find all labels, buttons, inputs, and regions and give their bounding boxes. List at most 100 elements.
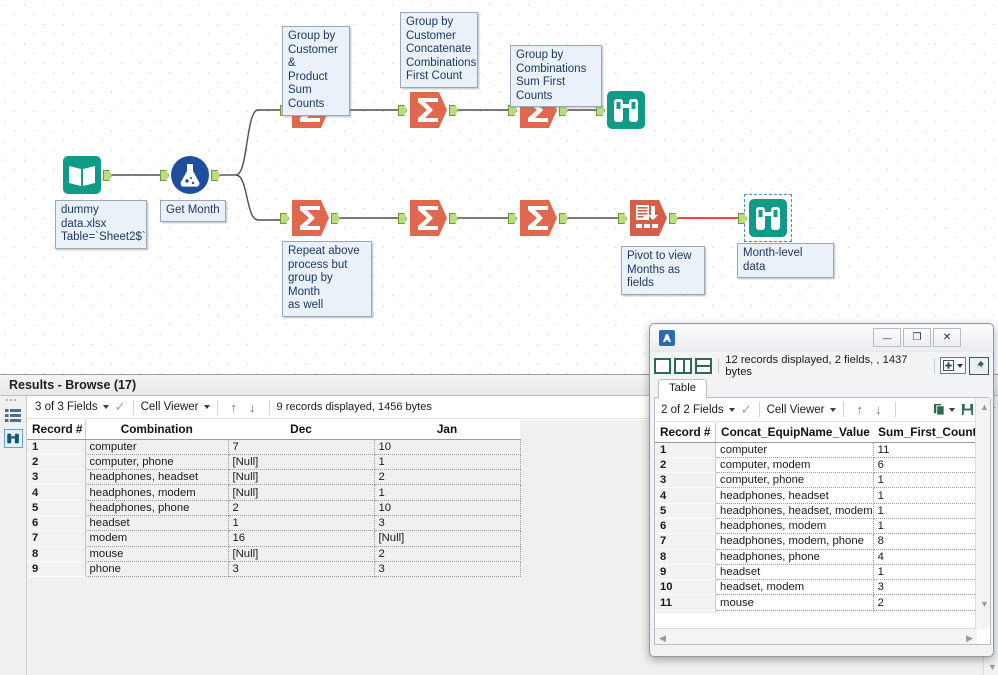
comment-month-level[interactable]: Month-level data bbox=[737, 243, 834, 279]
table-cell[interactable]: 2 bbox=[873, 594, 977, 611]
table-cell[interactable]: headset, modem bbox=[715, 579, 874, 596]
record-number-cell[interactable]: 11 bbox=[655, 594, 717, 611]
table-row[interactable]: 2 computer, modem 6 bbox=[655, 457, 977, 474]
table-row[interactable]: 11 mouse 2 bbox=[655, 594, 977, 611]
table-row[interactable]: 12phone6 bbox=[655, 610, 977, 613]
table-cell[interactable]: mouse bbox=[715, 594, 874, 611]
table-cell[interactable]: headphones, modem bbox=[715, 518, 874, 535]
table-cell[interactable]: 1 bbox=[873, 518, 977, 535]
chevron-down-icon[interactable] bbox=[203, 405, 210, 409]
table-cell[interactable]: 10 bbox=[374, 500, 521, 516]
table-cell[interactable]: 3 bbox=[374, 561, 521, 578]
summarize-tool-2[interactable] bbox=[398, 90, 458, 130]
record-number-cell[interactable]: 12 bbox=[655, 610, 717, 613]
table-cell[interactable]: 11 bbox=[873, 442, 977, 458]
table-cell[interactable]: 1 bbox=[374, 454, 521, 471]
table-cell[interactable]: 16 bbox=[228, 530, 375, 547]
results-table[interactable]: Record # Combination Dec Jan 1 computer 7 10 2 c… bbox=[27, 420, 521, 578]
arrow-down-icon[interactable]: ↓ bbox=[869, 402, 888, 417]
table-row[interactable]: 9 phone 3 3 bbox=[27, 561, 521, 578]
table-cell[interactable]: 1 bbox=[873, 472, 977, 489]
comment-group-combos[interactable]: Group by Combinations Sum First Counts bbox=[510, 45, 602, 108]
table-cell[interactable]: [Null] bbox=[228, 469, 375, 486]
record-number-cell[interactable]: 6 bbox=[27, 515, 86, 532]
table-row[interactable]: 3 computer, phone 1 bbox=[655, 472, 977, 489]
split-horizontal-icon[interactable] bbox=[694, 357, 713, 374]
record-number-cell[interactable]: 5 bbox=[27, 500, 86, 516]
record-number-cell[interactable]: 9 bbox=[655, 564, 717, 581]
binoculars-icon[interactable] bbox=[4, 429, 23, 448]
record-number-cell[interactable]: 8 bbox=[27, 546, 86, 562]
table-row[interactable]: 8 headphones, phone 4 bbox=[655, 549, 977, 565]
column-header[interactable]: Combination bbox=[85, 420, 228, 440]
arrow-up-icon[interactable]: ↑ bbox=[225, 400, 244, 415]
table-cell[interactable]: 7 bbox=[228, 439, 375, 455]
table-row[interactable]: 10 headset, modem 3 bbox=[655, 579, 977, 596]
table-cell[interactable]: phone bbox=[715, 610, 874, 613]
copy-icon[interactable] bbox=[933, 403, 946, 416]
record-number-cell[interactable]: 8 bbox=[655, 549, 717, 565]
record-number-cell[interactable]: 4 bbox=[655, 487, 717, 504]
table-cell[interactable]: 1 bbox=[374, 484, 521, 501]
table-cell[interactable]: computer, phone bbox=[715, 472, 874, 489]
table-cell[interactable]: phone bbox=[85, 561, 229, 578]
table-cell[interactable]: 1 bbox=[873, 564, 977, 581]
restore-button[interactable]: ❐ bbox=[903, 328, 931, 347]
record-number-cell[interactable]: 3 bbox=[27, 469, 86, 486]
float-horizontal-scrollbar[interactable]: ◀ ▶ bbox=[655, 628, 977, 644]
float-vertical-scrollbar[interactable]: ▲ ▼ bbox=[975, 398, 990, 629]
comment-get-month[interactable]: Get Month bbox=[160, 200, 226, 222]
table-cell[interactable]: [Null] bbox=[374, 530, 521, 547]
float-fields-selector[interactable]: 2 of 2 Fields bbox=[661, 404, 724, 416]
column-header[interactable]: Sum_First_Count bbox=[873, 423, 977, 443]
table-row[interactable]: 7 modem 16 [Null] bbox=[27, 530, 521, 547]
browse-floating-window[interactable]: — ❐ ✕ 12 records displayed, 2 fields, , … bbox=[649, 323, 994, 657]
table-cell[interactable]: headphones, phone bbox=[715, 549, 874, 565]
record-number-cell[interactable]: 5 bbox=[655, 503, 717, 519]
table-cell[interactable]: [Null] bbox=[228, 484, 375, 501]
record-number-cell[interactable]: 1 bbox=[655, 442, 717, 458]
float-grid-container[interactable]: Record # Concat_EquipName_Value Sum_First_… bbox=[655, 423, 977, 613]
chevron-down-icon[interactable] bbox=[728, 407, 735, 412]
arrow-up-icon[interactable]: ↑ bbox=[851, 402, 870, 417]
table-cell[interactable]: headset bbox=[715, 564, 874, 581]
crosstab-tool[interactable] bbox=[618, 198, 678, 238]
record-number-cell[interactable]: 7 bbox=[655, 533, 717, 550]
table-cell[interactable]: 4 bbox=[873, 549, 977, 565]
comment-group-cust-prod[interactable]: Group by Customer & Product Sum Counts bbox=[282, 26, 350, 116]
table-row[interactable]: 2 computer, phone [Null] 1 bbox=[27, 454, 521, 471]
table-cell[interactable]: 1 bbox=[873, 503, 977, 519]
record-number-cell[interactable]: 1 bbox=[27, 439, 86, 455]
table-cell[interactable]: computer, phone bbox=[85, 454, 229, 471]
pin-button[interactable] bbox=[968, 356, 989, 375]
split-vertical-icon[interactable] bbox=[674, 357, 692, 374]
comment-repeat-month[interactable]: Repeat above process but group by Month … bbox=[282, 241, 372, 317]
table-cell[interactable]: headphones, headset bbox=[715, 487, 874, 504]
column-header[interactable]: Dec bbox=[228, 420, 374, 440]
record-number-cell[interactable]: 6 bbox=[655, 518, 717, 535]
table-cell[interactable]: 1 bbox=[228, 515, 375, 532]
table-cell[interactable]: headset bbox=[85, 515, 229, 532]
record-number-cell[interactable]: 9 bbox=[27, 561, 86, 578]
column-header[interactable]: Jan bbox=[374, 420, 520, 440]
tab-table[interactable]: Table bbox=[658, 379, 708, 398]
cell-viewer-selector[interactable]: Cell Viewer bbox=[141, 401, 199, 413]
chevron-down-icon[interactable] bbox=[949, 407, 955, 412]
column-header[interactable]: Record # bbox=[655, 423, 717, 443]
table-cell[interactable]: modem bbox=[85, 530, 229, 547]
record-number-cell[interactable]: 2 bbox=[655, 457, 717, 474]
table-row[interactable]: 4 headphones, headset 1 bbox=[655, 487, 977, 504]
table-cell[interactable]: [Null] bbox=[228, 454, 375, 471]
column-header[interactable]: Concat_EquipName_Value bbox=[715, 423, 874, 443]
add-pane-button[interactable] bbox=[939, 357, 966, 374]
table-cell[interactable]: 2 bbox=[228, 500, 375, 516]
chevron-down-icon[interactable] bbox=[102, 405, 109, 409]
record-number-cell[interactable]: 3 bbox=[655, 472, 717, 489]
fields-selector[interactable]: 3 of 3 Fields bbox=[35, 401, 98, 413]
table-row[interactable]: 1 computer 7 10 bbox=[27, 439, 521, 455]
formula-tool[interactable] bbox=[160, 155, 220, 195]
minimize-button[interactable]: — bbox=[873, 328, 901, 347]
browse-tool-top[interactable] bbox=[596, 90, 646, 130]
table-cell[interactable]: computer, modem bbox=[715, 457, 874, 474]
comment-input-data[interactable]: dummy data.xlsx Table=`Sheet2$` bbox=[55, 200, 147, 249]
